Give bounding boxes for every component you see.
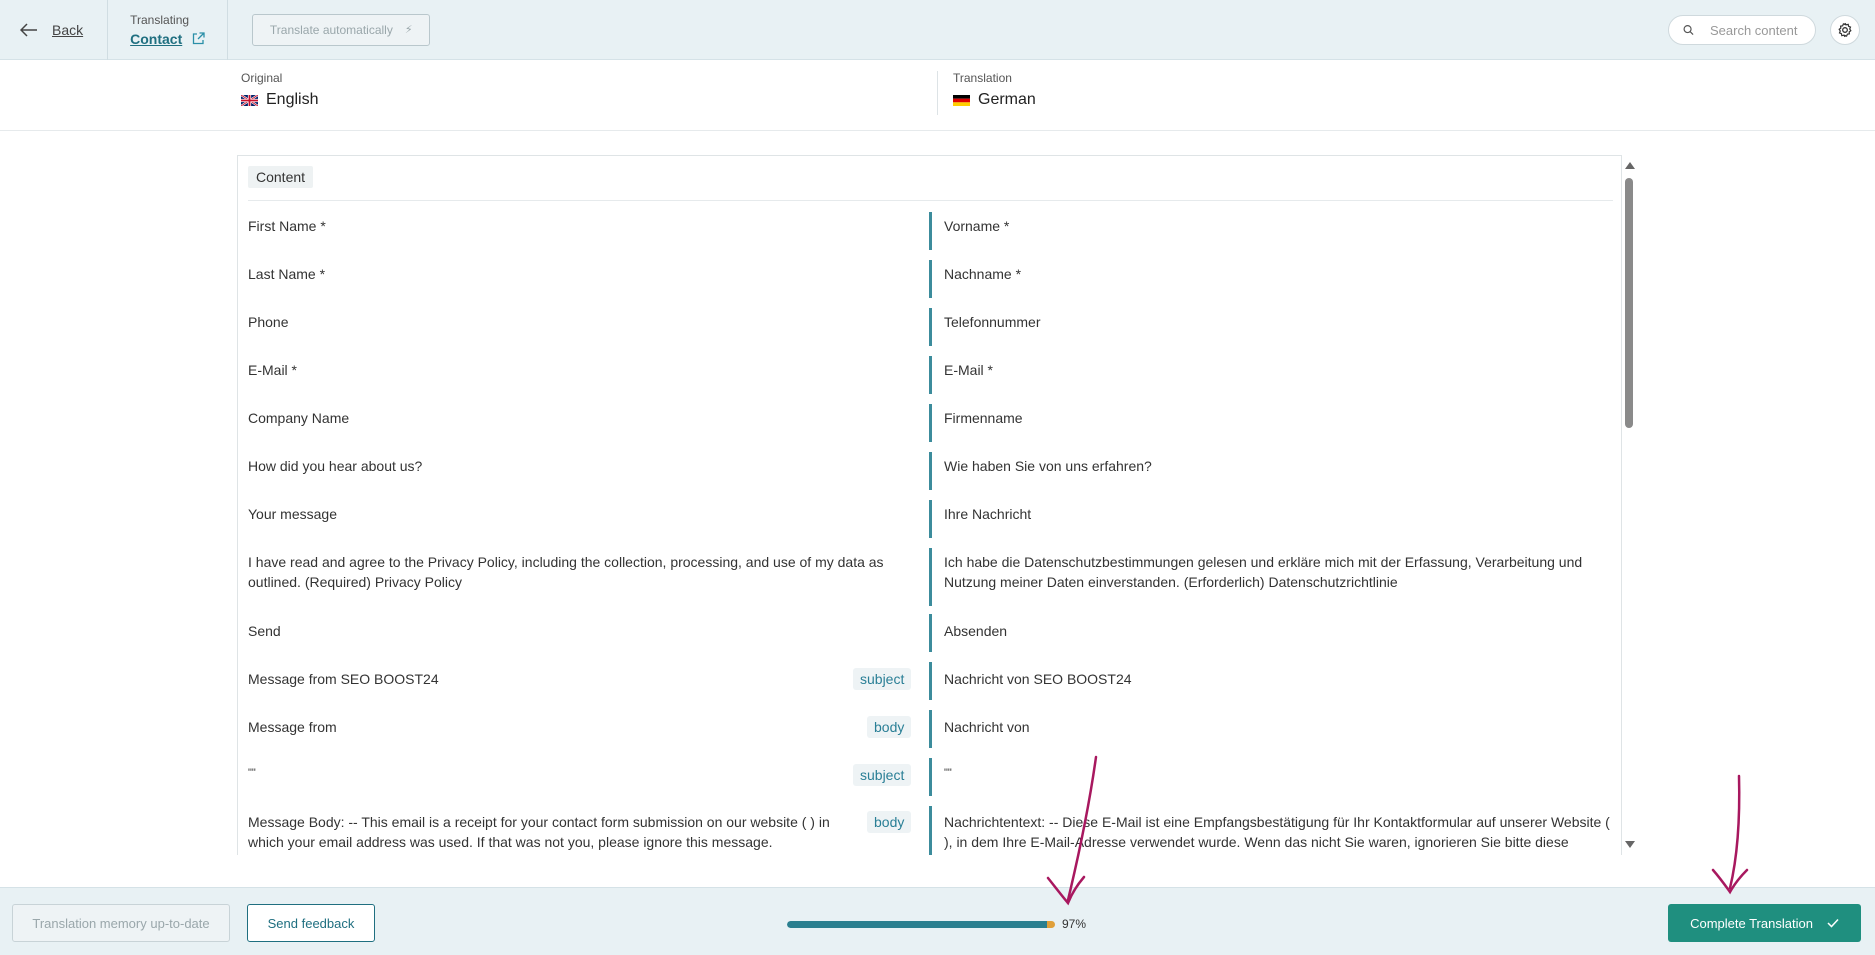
row-indicator — [929, 260, 932, 298]
source-text: First Name * — [248, 218, 326, 234]
send-feedback-label: Send feedback — [267, 915, 355, 931]
send-feedback-button[interactable]: Send feedback — [247, 904, 375, 942]
row-indicator — [929, 404, 932, 442]
target-text[interactable]: Nachricht von SEO BOOST24 — [944, 669, 1614, 689]
field-tag: subject — [853, 668, 912, 690]
source-text: I have read and agree to the Privacy Pol… — [248, 554, 884, 590]
row-indicator — [929, 662, 932, 700]
target-text[interactable]: E-Mail * — [944, 360, 1614, 380]
translation-language-name: German — [978, 91, 1036, 108]
target-text[interactable]: Nachricht von — [944, 717, 1614, 737]
search-box[interactable] — [1668, 15, 1816, 45]
translation-caption: Translation — [953, 71, 1012, 85]
settings-button[interactable] — [1830, 15, 1860, 45]
source-text: Company Name — [248, 410, 350, 426]
target-text[interactable]: Nachrichtentext: -- Diese E-Mail ist ein… — [944, 812, 1614, 855]
translating-info: Translating Contact — [130, 0, 229, 60]
target-text[interactable]: Wie haben Sie von uns erfahren? — [944, 456, 1614, 476]
target-text[interactable]: Firmenname — [944, 408, 1614, 428]
page-link[interactable]: Contact — [130, 31, 182, 47]
top-bar: Back Translating Contact Translate autom… — [0, 0, 1875, 60]
section-label: Content — [248, 166, 314, 188]
source-text: Message from — [248, 719, 337, 735]
section-divider — [248, 200, 1613, 201]
translation-language: Translation German — [953, 71, 1036, 109]
language-header: Original English Translation German — [0, 61, 1875, 131]
target-text[interactable]: Absenden — [944, 621, 1614, 641]
progress-bar — [787, 921, 1055, 928]
search-input[interactable] — [1710, 22, 1815, 38]
translation-memory-label: Translation memory up-to-date — [32, 915, 210, 931]
complete-translation-button[interactable]: Complete Translation — [1668, 904, 1861, 942]
target-text[interactable]: Telefonnummer — [944, 312, 1614, 332]
back-label: Back — [52, 21, 84, 38]
source-text: E-Mail * — [248, 362, 298, 378]
target-text[interactable]: Vorname * — [944, 216, 1614, 236]
row-indicator — [929, 614, 932, 652]
source-text: "" — [248, 767, 256, 779]
gear-icon — [1838, 22, 1852, 38]
content-scrollbar[interactable] — [1622, 160, 1636, 852]
footer-bar: Translation memory up-to-date Send feedb… — [0, 887, 1875, 955]
target-text[interactable]: Ich habe die Datenschutzbestimmungen gel… — [944, 552, 1614, 592]
translate-automatically-label: Translate automatically — [269, 22, 393, 37]
source-text: How did you hear about us? — [248, 458, 423, 474]
source-text: Phone — [248, 314, 289, 330]
source-text: Message from SEO BOOST24 — [248, 671, 439, 687]
progress-fill — [787, 921, 1047, 928]
field-tag: body — [867, 716, 912, 738]
row-indicator — [929, 356, 932, 394]
translating-caption: Translating — [130, 12, 190, 27]
row-indicator — [929, 452, 932, 490]
checkmark-icon — [1827, 918, 1839, 928]
source-text: Send — [248, 623, 281, 639]
progress-percent: 97% — [1062, 917, 1087, 931]
target-text[interactable]: Nachname * — [944, 264, 1614, 284]
language-divider — [937, 71, 938, 115]
scroll-thumb[interactable] — [1625, 178, 1633, 428]
original-caption: Original — [241, 71, 283, 85]
field-tag: body — [867, 811, 912, 833]
external-link-icon[interactable] — [192, 32, 205, 45]
row-indicator — [929, 548, 932, 606]
annotation-arrow-complete — [1711, 774, 1749, 895]
row-indicator — [929, 806, 932, 855]
target-text[interactable]: Ihre Nachricht — [944, 504, 1614, 524]
germany-flag-icon — [953, 94, 970, 106]
back-button[interactable]: Back — [20, 0, 109, 60]
content-panel: Content First Name * Vorname * Last Name… — [237, 155, 1622, 855]
scroll-down-icon[interactable] — [1625, 841, 1635, 848]
row-indicator — [929, 710, 932, 748]
arrow-left-icon — [20, 22, 37, 37]
search-icon — [1683, 25, 1694, 36]
scroll-up-icon[interactable] — [1625, 162, 1635, 169]
row-indicator — [929, 212, 932, 250]
row-indicator — [929, 308, 932, 346]
row-indicator — [929, 758, 932, 796]
lightning-icon: ⚡ — [404, 24, 413, 36]
complete-translation-label: Complete Translation — [1690, 915, 1813, 931]
progress-remaining — [1047, 921, 1055, 928]
translation-memory-button[interactable]: Translation memory up-to-date — [12, 904, 230, 942]
target-text[interactable]: "" — [944, 763, 1614, 783]
field-tag: subject — [853, 764, 912, 786]
source-text: Message Body: -- This email is a receipt… — [248, 814, 830, 850]
original-language: Original English — [241, 71, 318, 109]
row-indicator — [929, 500, 932, 538]
source-text: Last Name * — [248, 266, 326, 282]
original-language-name: English — [266, 91, 319, 108]
translate-automatically-button[interactable]: Translate automatically ⚡ — [252, 13, 431, 46]
source-text: Your message — [248, 506, 337, 522]
uk-flag-icon — [241, 94, 258, 106]
